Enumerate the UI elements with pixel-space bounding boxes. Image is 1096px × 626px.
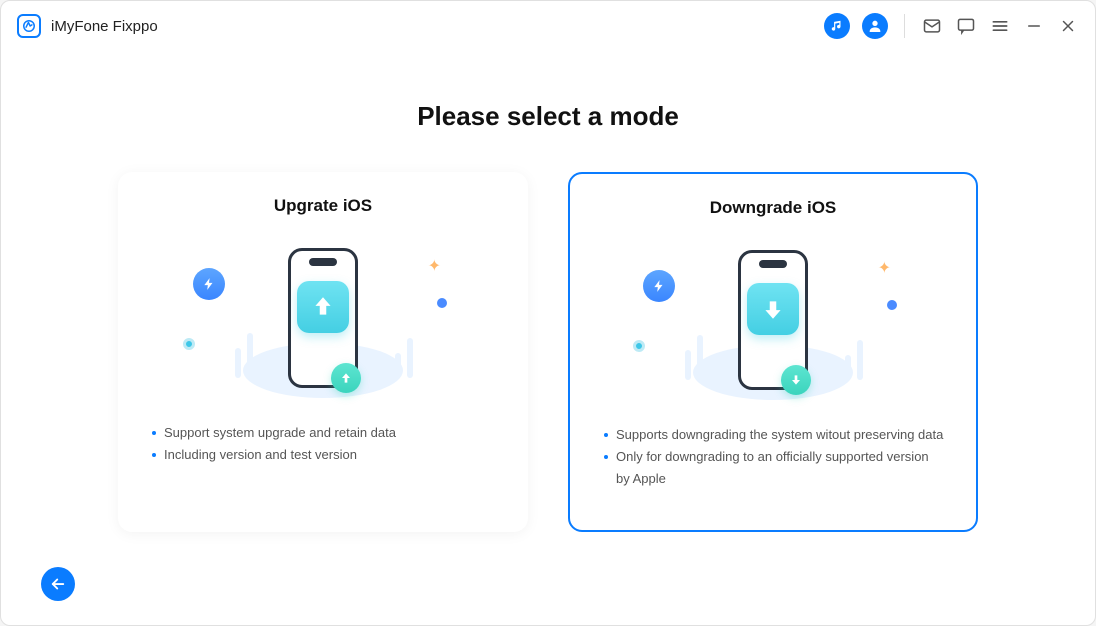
upgrade-illustration: ✦ (223, 228, 423, 408)
divider (904, 14, 905, 38)
titlebar-right (824, 13, 1079, 39)
bullet-item: Supports downgrading the system witout p… (602, 424, 944, 446)
arrow-up-circle-icon (331, 363, 361, 393)
titlebar-left: iMyFone Fixppo (17, 14, 158, 38)
titlebar: iMyFone Fixppo (1, 1, 1095, 51)
menu-icon[interactable] (989, 15, 1011, 37)
bullet-item: Including version and test version (150, 444, 496, 466)
feedback-icon[interactable] (955, 15, 977, 37)
minimize-icon[interactable] (1023, 15, 1045, 37)
account-icon[interactable] (862, 13, 888, 39)
arrow-up-tile-icon (297, 281, 349, 333)
mode-card-upgrade[interactable]: Upgrate iOS ✦ (118, 172, 528, 532)
card-title: Downgrade iOS (710, 198, 837, 218)
bullet-item: Support system upgrade and retain data (150, 422, 496, 444)
downgrade-illustration: ✦ (673, 230, 873, 410)
mode-cards: Upgrate iOS ✦ (51, 172, 1045, 532)
mail-icon[interactable] (921, 15, 943, 37)
bullet-item: Only for downgrading to an officially su… (602, 446, 944, 490)
app-window: iMyFone Fixppo (0, 0, 1096, 626)
app-logo-icon (17, 14, 41, 38)
main-content: Please select a mode Upgrate iOS ✦ (1, 51, 1095, 625)
sparkle-icon: ✦ (428, 256, 441, 276)
arrow-down-circle-icon (781, 365, 811, 395)
music-promo-icon[interactable] (824, 13, 850, 39)
phone-icon (288, 248, 358, 388)
card-title: Upgrate iOS (274, 196, 372, 216)
sparkle-icon: ✦ (878, 258, 891, 278)
page-title: Please select a mode (417, 101, 679, 132)
bolt-icon (193, 268, 225, 300)
back-button[interactable] (41, 567, 75, 601)
card-bullets: Support system upgrade and retain data I… (150, 422, 496, 466)
arrow-down-tile-icon (747, 283, 799, 335)
card-bullets: Supports downgrading the system witout p… (602, 424, 944, 490)
close-icon[interactable] (1057, 15, 1079, 37)
phone-icon (738, 250, 808, 390)
bolt-icon (643, 270, 675, 302)
mode-card-downgrade[interactable]: Downgrade iOS ✦ (568, 172, 978, 532)
app-title: iMyFone Fixppo (51, 18, 158, 35)
